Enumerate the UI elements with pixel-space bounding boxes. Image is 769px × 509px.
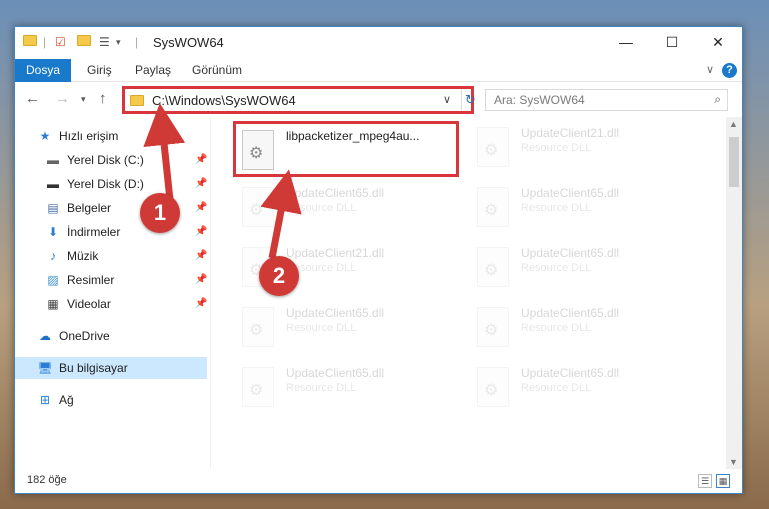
arrow-to-file xyxy=(260,169,302,259)
callout-1: 1 xyxy=(140,193,180,233)
callout-2: 2 xyxy=(259,256,299,296)
annotation-arrows xyxy=(143,103,302,259)
arrow-to-address-bar xyxy=(143,103,186,201)
